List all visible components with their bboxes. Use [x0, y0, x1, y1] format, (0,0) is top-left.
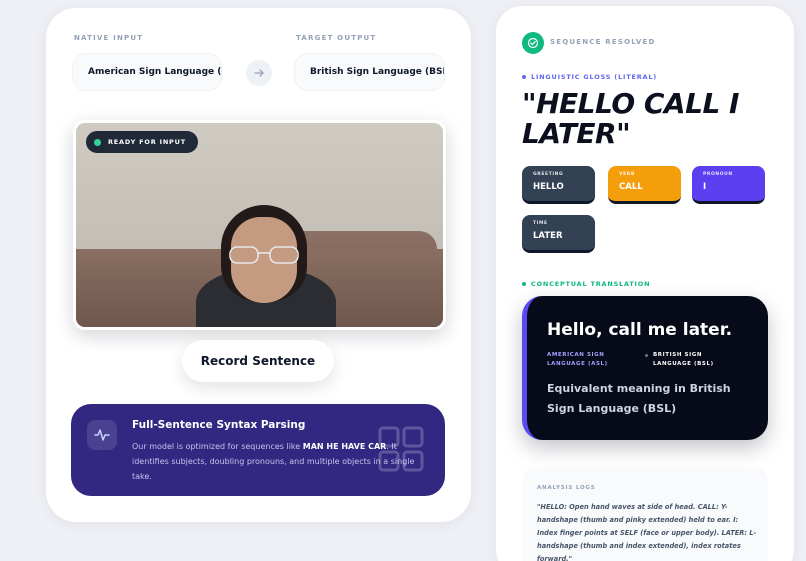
camera-status-text: READY FOR INPUT — [108, 138, 186, 146]
target-language-select[interactable]: British Sign Language (BSL) — [294, 53, 445, 91]
token-type: PRONOUN — [703, 172, 733, 177]
logs-title: ANALYSIS LOGS — [537, 485, 596, 491]
target-language-tag: BRITISH SIGN LANGUAGE (BSL) — [653, 352, 714, 367]
conceptual-label: CONCEPTUAL TRANSLATION — [522, 280, 650, 288]
token-word: HELLO — [533, 182, 564, 192]
gloss-token: GREETING HELLO — [522, 166, 595, 204]
logs-text: "HELLO: Open hand waves at side of head.… — [537, 503, 757, 561]
grid-icon — [378, 426, 424, 472]
token-word: I — [703, 182, 707, 192]
token-word: LATER — [533, 231, 563, 241]
native-language-select[interactable]: American Sign Language (A — [72, 53, 222, 91]
token-type: VERB — [619, 172, 635, 177]
translation-card: Hello, call me later. AMERICAN SIGN LANG… — [522, 296, 768, 440]
syntax-title: Full-Sentence Syntax Parsing — [132, 419, 306, 431]
swap-languages-button[interactable] — [246, 60, 272, 86]
result-panel: SEQUENCE RESOLVED LINGUISTIC GLOSS (LITE… — [496, 6, 794, 561]
status-dot-icon — [94, 138, 101, 146]
sequence-status: SEQUENCE RESOLVED — [550, 38, 656, 46]
gloss-label: LINGUISTIC GLOSS (LITERAL) — [522, 73, 657, 81]
token-word: CALL — [619, 182, 643, 192]
native-input-label: NATIVE INPUT — [74, 34, 144, 42]
translation-text: Hello, call me later. — [547, 320, 733, 340]
camera-status-badge: READY FOR INPUT — [86, 131, 198, 153]
gloss-text: "HELLO CALL I LATER" — [522, 87, 739, 150]
source-language-tag: AMERICAN SIGN LANGUAGE (ASL) — [547, 352, 608, 367]
syntax-parsing-card: Full-Sentence Syntax Parsing Our model i… — [71, 404, 445, 496]
arrow-right-icon — [254, 69, 264, 77]
activity-icon — [87, 420, 117, 450]
check-circle-icon — [522, 32, 544, 54]
analysis-logs-card: ANALYSIS LOGS "HELLO: Open hand waves at… — [522, 467, 768, 561]
token-type: TIME — [533, 221, 548, 226]
separator-dot — [645, 354, 648, 357]
input-panel: NATIVE INPUT TARGET OUTPUT American Sign… — [46, 8, 471, 522]
gloss-token: TIME LATER — [522, 215, 595, 253]
gloss-token: PRONOUN I — [692, 166, 765, 204]
camera-feed: READY FOR INPUT — [73, 120, 446, 330]
target-output-label: TARGET OUTPUT — [296, 34, 377, 42]
gloss-token: VERB CALL — [608, 166, 681, 204]
record-sentence-button[interactable]: Record Sentence — [182, 340, 334, 382]
equivalent-meaning: Equivalent meaning in British Sign Langu… — [547, 382, 731, 415]
token-type: GREETING — [533, 172, 564, 177]
syntax-example: MAN HE HAVE CAR — [302, 442, 387, 451]
